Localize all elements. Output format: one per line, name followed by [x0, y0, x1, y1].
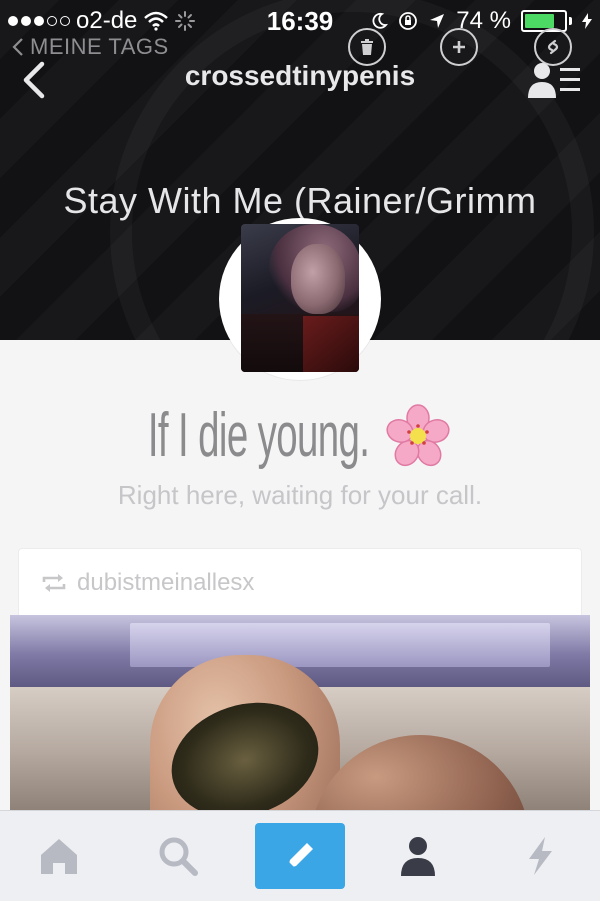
- blog-name: crossedtinypenis: [184, 60, 416, 91]
- add-button[interactable]: [440, 28, 478, 66]
- search-icon: [159, 837, 198, 876]
- shazam-icon: [547, 39, 559, 55]
- pencil-icon: [287, 843, 313, 869]
- tab-activity[interactable]: [495, 823, 585, 889]
- person-list-icon: [528, 63, 580, 98]
- tab-home[interactable]: [14, 823, 104, 889]
- person-icon: [401, 837, 435, 876]
- tab-bar: [0, 810, 600, 901]
- moon-icon: [372, 12, 389, 29]
- location-icon: [430, 14, 445, 28]
- tab-account[interactable]: [373, 823, 463, 889]
- battery-tip: [569, 17, 572, 25]
- home-icon: [41, 839, 77, 874]
- charging-icon: [582, 13, 592, 29]
- plus-icon: [453, 41, 465, 53]
- reblog-username: dubistmeinallesx: [77, 569, 255, 596]
- trash-icon: [361, 39, 373, 55]
- reblog-icon: [42, 574, 66, 592]
- cherry-blossom-icon: [386, 403, 450, 466]
- post-photo[interactable]: [10, 615, 590, 810]
- tab-compose[interactable]: [255, 823, 345, 889]
- chevron-left-icon: [12, 38, 23, 56]
- avatar[interactable]: [219, 218, 381, 380]
- blog-headline: If I die young.: [0, 400, 600, 471]
- blog-description: Right here, waiting for your call.: [117, 480, 483, 510]
- lightning-icon: [529, 837, 552, 875]
- headline-text: If I die young.: [148, 401, 370, 470]
- delete-button[interactable]: [348, 28, 386, 66]
- blog-title: Stay With Me (Rainer/Grimm: [63, 180, 537, 221]
- follow-button[interactable]: [528, 60, 582, 100]
- avatar-photo: [241, 224, 359, 372]
- tab-search[interactable]: [133, 823, 223, 889]
- rotation-lock-icon: [399, 12, 418, 30]
- reblog-source[interactable]: dubistmeinallesx: [41, 563, 254, 603]
- status-bar: o2-de 16:39 74 %: [0, 0, 600, 38]
